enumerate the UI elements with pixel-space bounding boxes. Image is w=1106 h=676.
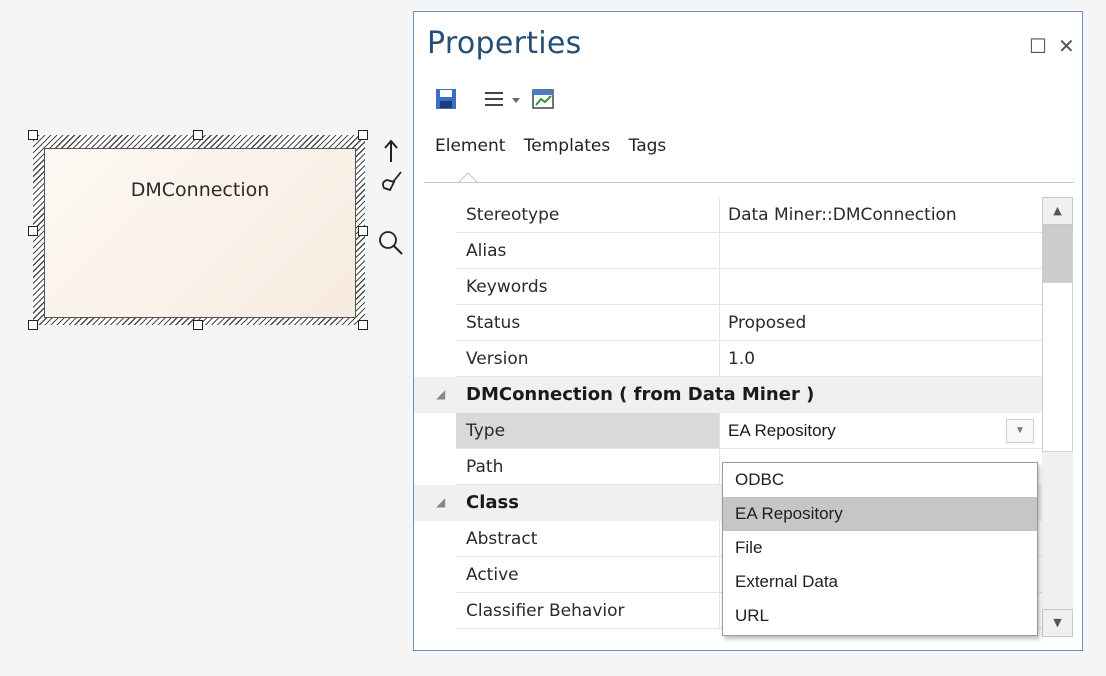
property-value[interactable] (720, 269, 1042, 305)
category-label: DMConnection ( from Data Miner ) (466, 384, 815, 405)
property-row-status[interactable]: Status Proposed (414, 305, 1042, 341)
type-dropdown-list[interactable]: ODBC EA Repository File External Data UR… (722, 462, 1038, 636)
scroll-down-icon[interactable]: ▼ (1042, 609, 1073, 637)
dropdown-option-odbc[interactable]: ODBC (723, 463, 1037, 497)
property-label: Active (456, 557, 720, 593)
type-combobox-value: EA Repository (728, 421, 836, 440)
scroll-up-icon[interactable]: ▲ (1042, 197, 1073, 225)
resize-handle-w[interactable] (28, 226, 38, 236)
scroll-thumb[interactable] (1042, 282, 1073, 452)
combobox-dropdown-icon[interactable]: ▼ (1006, 419, 1034, 443)
tab-element[interactable]: Element (435, 136, 505, 156)
resize-handle-nw[interactable] (28, 130, 38, 140)
resize-handle-sw[interactable] (28, 320, 38, 330)
property-value[interactable]: 1.0 (720, 341, 1042, 377)
tab-tags[interactable]: Tags (629, 136, 667, 156)
dmconnection-element[interactable]: DMConnection (44, 148, 356, 318)
properties-dialog-icon[interactable] (531, 87, 557, 111)
menu-dropdown-chevron-icon[interactable] (510, 94, 522, 106)
property-row-version[interactable]: Version 1.0 (414, 341, 1042, 377)
tab-templates[interactable]: Templates (524, 136, 610, 156)
menu-icon[interactable] (482, 87, 506, 111)
property-label: Keywords (456, 269, 720, 305)
save-icon[interactable] (434, 87, 458, 111)
property-value[interactable]: Data Miner::DMConnection (720, 197, 1042, 233)
property-label: Abstract (456, 521, 720, 557)
property-row-alias[interactable]: Alias (414, 233, 1042, 269)
properties-title: Properties (427, 26, 582, 61)
property-value[interactable] (720, 233, 1042, 269)
collapse-triangle-icon[interactable]: ◢ (436, 387, 445, 401)
property-label: Path (456, 449, 720, 485)
zoom-icon[interactable] (378, 230, 404, 256)
tab-divider (424, 182, 1074, 183)
property-row-type[interactable]: Type EA Repository ▼ (414, 413, 1042, 449)
resize-handle-e[interactable] (358, 226, 368, 236)
vertical-scrollbar[interactable]: ▲ ▼ (1042, 197, 1073, 637)
collapse-triangle-icon[interactable]: ◢ (436, 495, 445, 509)
scroll-track (1042, 225, 1073, 282)
format-brush-icon[interactable] (378, 168, 404, 194)
resize-handle-s[interactable] (193, 320, 203, 330)
type-combobox[interactable]: EA Repository ▼ (720, 413, 1042, 449)
property-label: Type (456, 413, 720, 449)
resize-handle-se[interactable] (358, 320, 368, 330)
property-label: Classifier Behavior (456, 593, 720, 629)
dropdown-option-url[interactable]: URL (723, 599, 1037, 633)
resize-handle-n[interactable] (193, 130, 203, 140)
property-label: Stereotype (456, 197, 720, 233)
property-label: Version (456, 341, 720, 377)
property-label: Status (456, 305, 720, 341)
properties-tabs: Element Templates Tags (435, 136, 679, 156)
active-tab-indicator (459, 172, 477, 183)
property-row-keywords[interactable]: Keywords (414, 269, 1042, 305)
category-dmconnection[interactable]: ◢ DMConnection ( from Data Miner ) (414, 377, 1042, 413)
maximize-icon[interactable]: ☐ (1029, 34, 1047, 58)
dropdown-option-ea-repository[interactable]: EA Repository (723, 497, 1037, 531)
property-value[interactable]: Proposed (720, 305, 1042, 341)
resize-handle-ne[interactable] (358, 130, 368, 140)
close-icon[interactable]: ✕ (1058, 34, 1075, 58)
property-label: Alias (456, 233, 720, 269)
quick-linker-arrow-icon[interactable] (378, 138, 404, 164)
category-label: Class (466, 492, 519, 513)
dropdown-option-external-data[interactable]: External Data (723, 565, 1037, 599)
property-row-stereotype[interactable]: Stereotype Data Miner::DMConnection (414, 197, 1042, 233)
dropdown-option-file[interactable]: File (723, 531, 1037, 565)
element-name: DMConnection (130, 179, 270, 201)
